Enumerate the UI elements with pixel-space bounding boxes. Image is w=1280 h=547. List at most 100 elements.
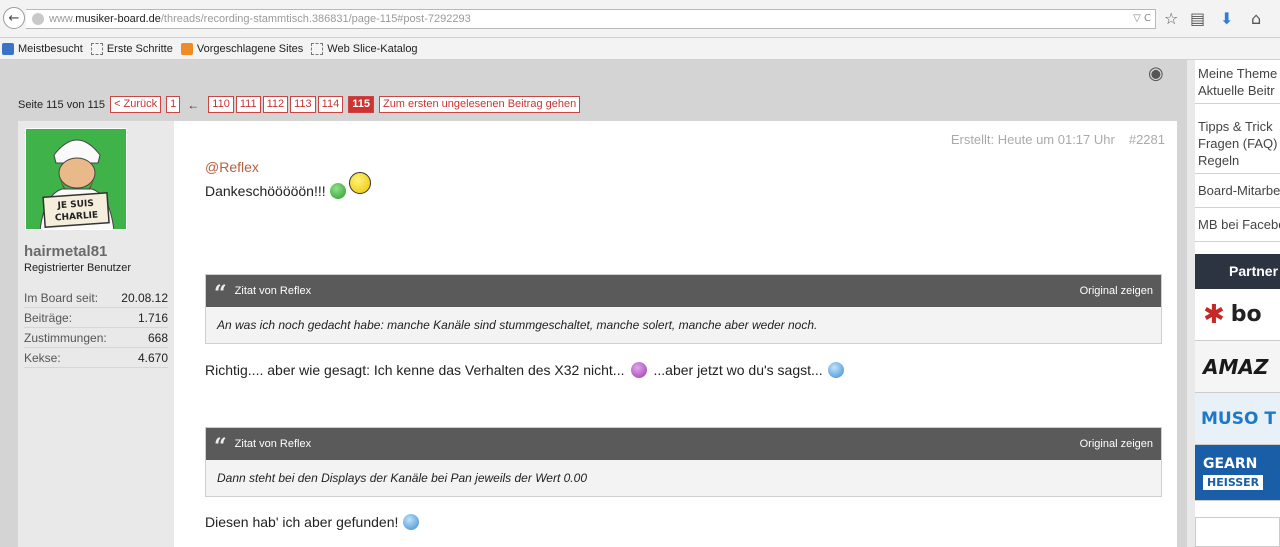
right-sidebar: Meine Theme Aktuelle Beitr Tipps & Trick… (1187, 60, 1280, 547)
quote-block: “ Zitat von Reflex Original zeigen Dann … (205, 427, 1162, 497)
stat-value: 4.670 (137, 351, 168, 365)
page-count-label: Seite 115 von 115 (18, 98, 106, 111)
suggested-sites-icon (180, 42, 193, 55)
partner-logo-gearnews[interactable]: GEARN HEISSER (1195, 445, 1280, 501)
post-number-link[interactable]: #2281 (1129, 132, 1165, 147)
partner-logo-amazona[interactable]: AMAZ (1195, 341, 1280, 393)
page-link[interactable]: 114 (317, 96, 344, 113)
sidebar-link[interactable]: Tipps & Trick (1198, 118, 1277, 135)
show-original-link[interactable]: Original zeigen (1080, 285, 1153, 297)
stat-label: Im Board seit: (24, 291, 99, 305)
wink-smiley-icon (403, 514, 420, 530)
sidebar-link[interactable]: Meine Theme (1198, 65, 1277, 82)
quote-text: Dann steht bei den Displays der Kanäle b… (206, 460, 1161, 496)
avatar-illustration: JE SUIS CHARLIE (26, 129, 126, 229)
bookmarks-bar: Meistbesucht Erste Schritte Vorgeschlage… (0, 38, 1280, 60)
grin-smiley-icon (329, 183, 346, 199)
post-content: Erstellt: Heute um 01:17 Uhr #2281 @Refl… (174, 121, 1177, 547)
stat-label: Kekse: (24, 351, 61, 365)
purple-smiley-icon (631, 362, 648, 378)
stat-row: Im Board seit: 20.08.12 (24, 288, 168, 308)
user-stats: Im Board seit: 20.08.12 Beiträge: 1.716 Zu… (24, 288, 168, 368)
sidebar-link[interactable]: MB bei Facebo (1198, 216, 1280, 233)
yellow-smiley-icon (348, 172, 371, 194)
page-link-1[interactable]: 1 (166, 96, 181, 113)
quote-block: “ Zitat von Reflex Original zeigen An wa… (205, 274, 1162, 344)
back-arrow-icon: ← (8, 10, 20, 26)
home-icon[interactable]: ⌂ (1251, 9, 1261, 29)
quote-header: “ Zitat von Reflex Original zeigen (206, 275, 1161, 307)
browser-navbar: ← www. musiker-board.de/threads/recording… (0, 0, 1280, 38)
bookmark-folder-icon (2, 42, 14, 55)
quote-author: Zitat von Reflex (234, 438, 312, 450)
page-link[interactable]: 113 (290, 96, 316, 113)
show-original-link[interactable]: Original zeigen (1080, 438, 1153, 450)
stat-row: Kekse: 4.670 (24, 348, 168, 368)
page-link[interactable]: 112 (262, 96, 289, 113)
bookmark-meistbesucht[interactable]: Meistbesucht (2, 42, 83, 55)
stat-row: Zustimmungen: 668 (24, 328, 168, 348)
page-icon (90, 42, 103, 55)
post-text-thanks: Dankeschööööön!!! (205, 172, 371, 199)
partner-logo-text: GEARN (1203, 455, 1258, 472)
left-arrow-icon: ← (187, 97, 200, 112)
url-actions[interactable]: ▽ C (1133, 13, 1151, 24)
partner-header: Partner (1195, 254, 1280, 289)
user-title: Registrierter Benutzer (24, 262, 131, 274)
reading-list-icon[interactable]: ▤ (1190, 9, 1205, 29)
quote-mark-icon: “ (214, 281, 227, 307)
post-date: Erstellt: Heute um 01:17 Uhr (950, 132, 1115, 147)
partner-logo-subtext: HEISSER (1203, 474, 1264, 490)
stat-value: 668 (147, 331, 168, 345)
pagination: Seite 115 von 115 < Zurück 1 ← 110 111 1… (18, 96, 581, 113)
first-unread-button[interactable]: Zum ersten ungelesenen Beitrag gehen (378, 96, 581, 113)
back-button[interactable]: ← (3, 7, 25, 29)
url-path: /threads/recording-stammtisch.386831/pag… (160, 13, 471, 25)
url-bar[interactable]: www. musiker-board.de/threads/recording-s… (26, 9, 1156, 29)
sidebar-link-block: Board-Mitarbe (1195, 174, 1280, 208)
page-icon (311, 42, 324, 55)
cool-smiley-icon (827, 362, 844, 378)
post-text-reply2: Diesen hab' ich aber gefunden! (205, 514, 420, 530)
globe-icon (32, 13, 44, 25)
bookmark-erste-schritte[interactable]: Erste Schritte (90, 42, 173, 55)
partner-logo-musotalk[interactable]: MUSO T (1195, 393, 1280, 445)
prev-page-button[interactable]: < Zurück (110, 96, 162, 113)
quote-mark-icon: “ (214, 434, 227, 460)
page-link[interactable]: 111 (235, 96, 261, 113)
avatar[interactable]: JE SUIS CHARLIE (25, 128, 127, 230)
stat-label: Zustimmungen: (24, 331, 107, 345)
bookmark-vorgeschlagene-sites[interactable]: Vorgeschlagene Sites (180, 42, 303, 55)
author-panel: JE SUIS CHARLIE hairmetal81 Registrierte… (18, 121, 174, 547)
sidebar-link-block: MB bei Facebo (1195, 208, 1280, 242)
current-page: 115 (348, 96, 374, 113)
partner-logo-bonedo[interactable]: ✱ bo (1195, 289, 1280, 341)
sidebar-box (1195, 517, 1280, 547)
sidebar-panel: Meine Theme Aktuelle Beitr Tipps & Trick… (1195, 60, 1280, 547)
quote-header: “ Zitat von Reflex Original zeigen (206, 428, 1161, 460)
user-mention[interactable]: @Reflex (205, 159, 259, 175)
bookmark-web-slice[interactable]: Web Slice-Katalog (311, 42, 418, 55)
stat-row: Beiträge: 1.716 (24, 308, 168, 328)
stat-label: Beiträge: (24, 311, 73, 325)
partner-logo-text: AMAZ (1203, 354, 1269, 379)
stat-value: 20.08.12 (121, 291, 168, 305)
sidebar-link[interactable]: Regeln (1198, 152, 1277, 169)
sidebar-links-block: Meine Theme Aktuelle Beitr (1195, 60, 1280, 104)
sidebar-link[interactable]: Fragen (FAQ) (1198, 135, 1277, 152)
bookmark-label: Erste Schritte (106, 42, 173, 55)
bookmark-label: Web Slice-Katalog (327, 42, 418, 55)
reply-text: Richtig.... aber wie gesagt: Ich kenne d… (205, 362, 625, 378)
bookmark-label: Meistbesucht (18, 42, 83, 55)
sidebar-link[interactable]: Aktuelle Beitr (1198, 82, 1277, 99)
star-logo-icon: ✱ (1203, 299, 1225, 330)
star-icon[interactable]: ☆ (1164, 9, 1178, 29)
sidebar-link[interactable]: Board-Mitarbe (1198, 182, 1280, 199)
download-icon[interactable]: ⬇ (1220, 9, 1233, 29)
stat-value: 1.716 (137, 311, 168, 325)
page-link[interactable]: 110 (208, 96, 234, 113)
eye-icon[interactable]: ◉ (1148, 65, 1174, 83)
post-text-reply1: Richtig.... aber wie gesagt: Ich kenne d… (205, 362, 844, 378)
username[interactable]: hairmetal81 (24, 243, 107, 260)
thanks-text: Dankeschööööön!!! (205, 183, 326, 199)
